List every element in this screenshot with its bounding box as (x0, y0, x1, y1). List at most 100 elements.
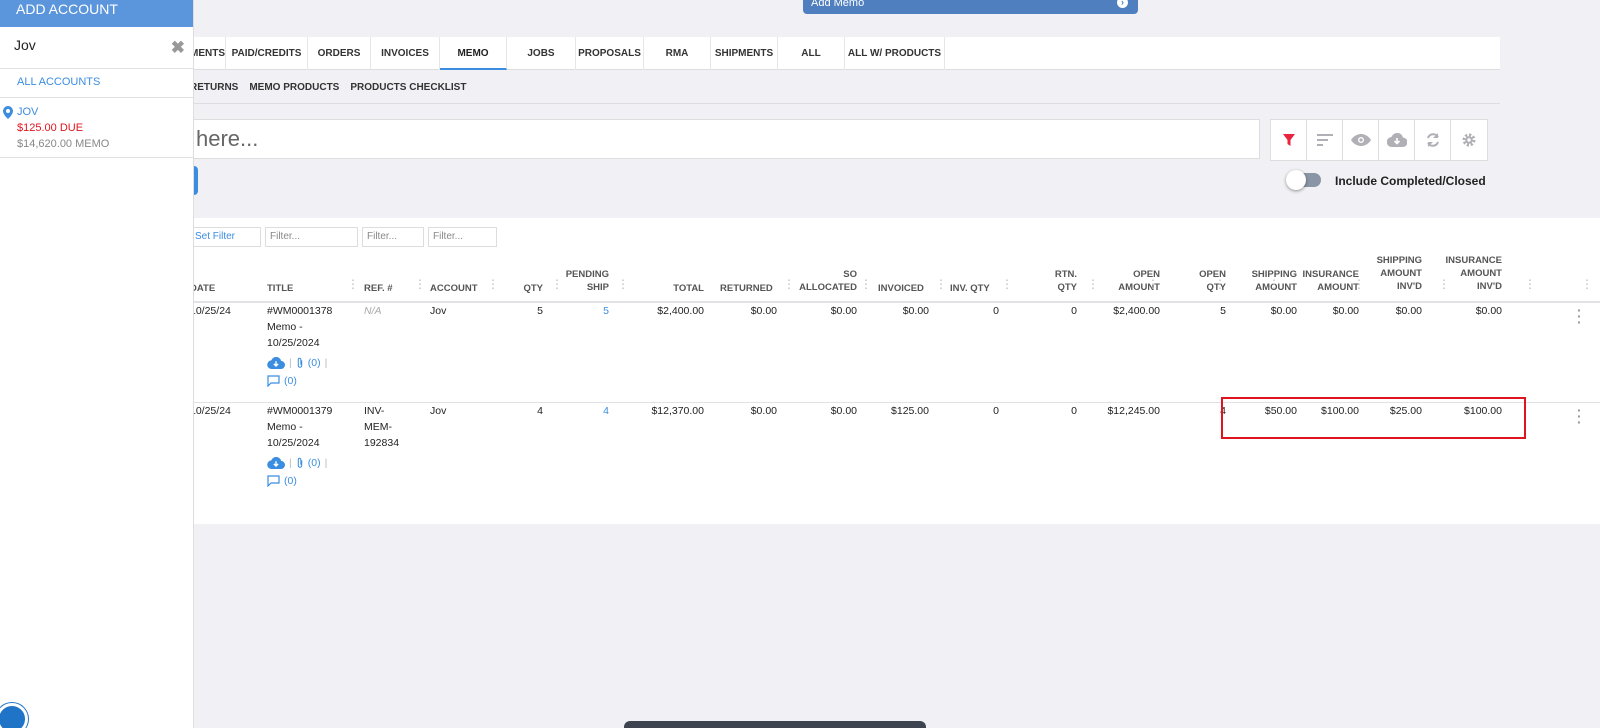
header-ref[interactable]: REF. # (364, 282, 393, 295)
tab-jobs[interactable]: JOBS (507, 37, 576, 70)
add-account-button[interactable]: ADD ACCOUNT (0, 0, 193, 27)
tab-shipments[interactable]: SHIPMENTS (711, 37, 778, 70)
map-pin-icon (3, 106, 13, 123)
header-insurance-amount[interactable]: INSURANCE AMOUNT (1290, 268, 1359, 294)
comment-icon[interactable] (267, 375, 280, 387)
row1-shipping-amount: $0.00 (1270, 305, 1297, 317)
column-menu-icon[interactable]: ⋮ (1524, 278, 1536, 290)
account-search-field[interactable]: Jov ✖ (0, 27, 193, 69)
all-accounts-link[interactable]: ALL ACCOUNTS (0, 69, 193, 98)
header-shipping-amount-invd[interactable]: SHIPPING AMOUNT INV'D (1360, 254, 1422, 293)
add-memo-label: Add Memo (811, 0, 865, 9)
column-menu-icon[interactable]: ⋮ (414, 278, 426, 290)
paperclip-icon[interactable] (296, 457, 304, 469)
row2-comments[interactable]: (0) (267, 475, 297, 487)
row2-total: $12,370.00 (651, 405, 704, 417)
account-due: $125.00 DUE (17, 122, 84, 134)
column-menu-icon[interactable]: ⋮ (1147, 278, 1159, 290)
header-account[interactable]: ACCOUNT (430, 282, 478, 295)
bottom-panel[interactable] (624, 721, 926, 728)
account-filter-input[interactable]: Filter... (428, 227, 497, 247)
close-icon[interactable]: ✖ (171, 38, 185, 58)
row1-date: 10/25/24 (190, 305, 231, 317)
header-line: SHIPPING (1251, 269, 1297, 280)
gear-icon[interactable] (1451, 120, 1487, 160)
header-so-allocated[interactable]: SO ALLOCATED (780, 268, 857, 294)
tab-invoices[interactable]: INVOICES (371, 37, 440, 70)
row2-so-allocated: $0.00 (830, 405, 857, 417)
set-filter-button[interactable]: Set Filter (190, 227, 261, 247)
row1-account: Jov (430, 305, 447, 317)
tab-all[interactable]: ALL (778, 37, 845, 70)
row2-open-amount: $12,245.00 (1107, 405, 1160, 417)
header-inv-qty[interactable]: INV. QTY (950, 282, 990, 295)
tab-all-with-products[interactable]: ALL W/ PRODUCTS (845, 37, 945, 70)
row1-insurance-invd: $0.00 (1475, 305, 1502, 317)
attachment-count[interactable]: (0) (308, 457, 321, 469)
header-returned[interactable]: RETURNED (720, 282, 773, 295)
header-rtn-qty[interactable]: RTN. QTY (1010, 268, 1077, 294)
cloud-download-icon[interactable] (267, 357, 285, 369)
column-menu-icon[interactable]: ⋮ (1353, 278, 1365, 290)
row1-menu-icon[interactable]: · · · (1577, 303, 1582, 329)
refresh-icon[interactable] (1415, 120, 1451, 160)
row1-pending-ship[interactable]: 5 (550, 303, 609, 319)
row2-menu-icon[interactable]: · · · (1577, 403, 1582, 429)
cloud-download-icon[interactable] (267, 457, 285, 469)
filter-icon[interactable] (1271, 120, 1307, 160)
header-invoiced[interactable]: INVOICED (878, 282, 924, 295)
header-qty[interactable]: QTY (490, 282, 543, 295)
eye-icon[interactable] (1343, 120, 1379, 160)
row1-qty: 5 (537, 305, 543, 317)
sort-icon[interactable] (1307, 120, 1343, 160)
header-insurance-amount-invd[interactable]: INSURANCE AMOUNT INV'D (1430, 254, 1502, 293)
row2-returned: $0.00 (750, 405, 777, 417)
column-menu-icon[interactable]: ⋮ (347, 278, 359, 290)
column-menu-icon[interactable]: ⋮ (1268, 278, 1280, 290)
tab-proposals[interactable]: PROPOSALS (576, 37, 644, 70)
row2-ref: INV- MEM- 192834 (364, 403, 399, 451)
row1-title[interactable]: #WM0001378 Memo - 10/25/2024 (267, 303, 332, 351)
memo-grid: Set Filter Filter... Filter... Filter...… (190, 218, 1600, 524)
row2-pending-ship[interactable]: 4 (550, 403, 609, 419)
tab-rma[interactable]: RMA (644, 37, 711, 70)
row1-comments[interactable]: (0) (267, 375, 297, 387)
comment-count[interactable]: (0) (284, 375, 297, 387)
row2-actions: | (0) | (267, 457, 327, 469)
row1-ref: N/A (364, 305, 382, 317)
row1-inv-qty: 0 (993, 305, 999, 317)
title-filter-input[interactable]: Filter... (265, 227, 358, 247)
tab-bar: MENTS PAID/CREDITS ORDERS INVOICES MEMO … (190, 37, 1500, 70)
tab-payments[interactable]: MENTS (190, 37, 226, 70)
subtab-products-checklist[interactable]: PRODUCTS CHECKLIST (350, 72, 466, 103)
ref-filter-input[interactable]: Filter... (362, 227, 424, 247)
paperclip-icon[interactable] (296, 357, 304, 369)
account-list-item[interactable]: JOV $125.00 DUE $14,620.00 MEMO (0, 98, 193, 158)
header-total[interactable]: TOTAL (620, 282, 704, 295)
column-menu-icon[interactable]: ⋮ (860, 278, 872, 290)
header-title[interactable]: TITLE (267, 282, 293, 295)
add-memo-button[interactable]: Add Memo › (803, 0, 1138, 14)
tab-memo[interactable]: MEMO (440, 37, 507, 70)
tab-orders[interactable]: ORDERS (308, 37, 371, 70)
subtab-memo-products[interactable]: MEMO PRODUCTS (249, 72, 339, 103)
column-menu-icon[interactable]: ⋮ (935, 278, 947, 290)
row2-title[interactable]: #WM0001379 Memo - 10/25/2024 (267, 403, 332, 451)
attachment-count[interactable]: (0) (308, 357, 321, 369)
comment-icon[interactable] (267, 475, 280, 487)
column-menu-icon[interactable]: ⋮ (1214, 278, 1226, 290)
column-menu-icon[interactable]: ⋮ (1581, 278, 1593, 290)
subtab-returns[interactable]: RETURNS (190, 72, 238, 103)
cloud-download-icon[interactable] (1379, 120, 1415, 160)
header-line: AMOUNT (1255, 282, 1297, 293)
search-input[interactable]: here... (190, 119, 1260, 159)
comment-count[interactable]: (0) (284, 475, 297, 487)
column-menu-icon[interactable]: ⋮ (1001, 278, 1013, 290)
header-line: INV'D (1397, 281, 1422, 292)
tab-paid-credits[interactable]: PAID/CREDITS (226, 37, 308, 70)
grid-toolbar (1270, 119, 1488, 161)
header-pending-ship[interactable]: PENDING SHIP (550, 268, 609, 294)
row1-returned: $0.00 (750, 305, 777, 317)
include-completed-toggle[interactable] (1286, 170, 1321, 190)
header-shipping-amount[interactable]: SHIPPING AMOUNT (1230, 268, 1297, 294)
